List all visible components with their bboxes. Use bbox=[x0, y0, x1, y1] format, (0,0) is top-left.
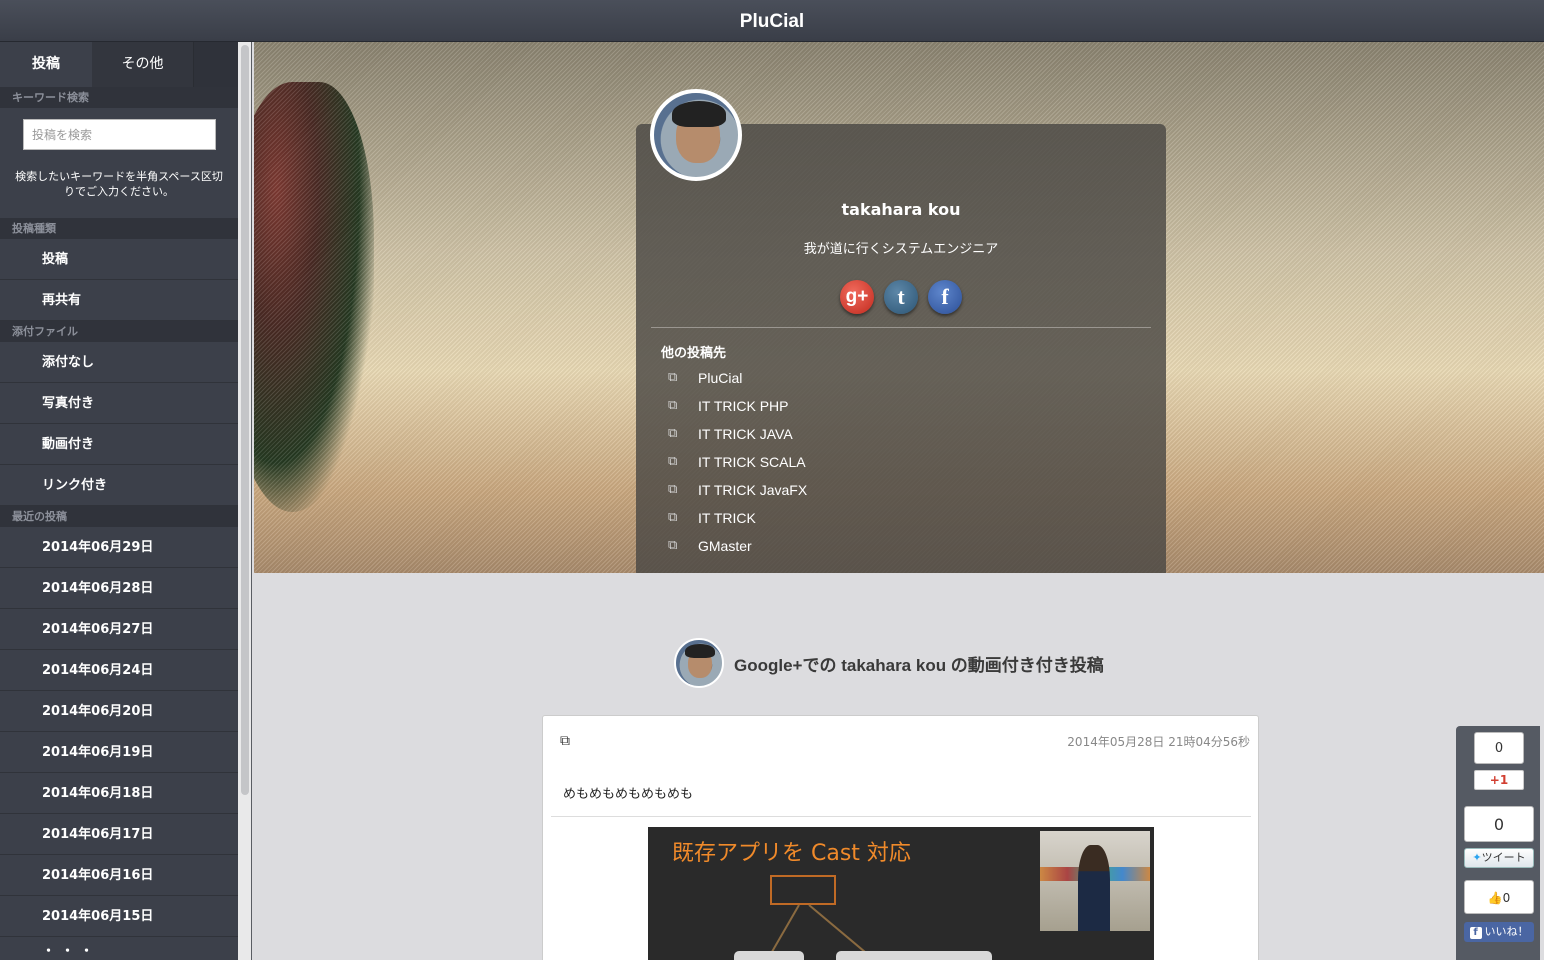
tab-other[interactable]: その他 bbox=[92, 42, 194, 87]
like-count-box: 👍0 bbox=[1464, 880, 1534, 914]
destination-link[interactable]: ⧉ IT TRICK JAVA bbox=[668, 420, 807, 448]
sidebar-item-date[interactable]: 2014年06月17日 bbox=[0, 814, 238, 855]
like-label: いいね！ bbox=[1484, 925, 1529, 938]
section-keyword-search: キーワード検索 bbox=[0, 87, 238, 108]
destination-link[interactable]: ⧉ GMaster bbox=[668, 532, 807, 560]
app-header: PluCial bbox=[0, 0, 1544, 42]
google-plus-icon[interactable]: g+ bbox=[840, 280, 874, 314]
other-destinations-title: 他の投稿先 bbox=[661, 346, 727, 361]
link-label[interactable]: IT TRICK SCALA bbox=[698, 454, 806, 470]
scrollbar-thumb[interactable] bbox=[241, 45, 249, 795]
tweet-label: ツイート bbox=[1481, 851, 1526, 864]
sidebar-item-date[interactable]: 2014年06月18日 bbox=[0, 773, 238, 814]
destination-link[interactable]: ⧉ IT TRICK JavaFX bbox=[668, 476, 807, 504]
external-link-icon: ⧉ bbox=[668, 454, 678, 469]
link-label[interactable]: PluCial bbox=[698, 370, 742, 386]
sidebar-item-with-link[interactable]: リンク付き bbox=[0, 465, 238, 506]
post-card: ⧉ 2014年05月28日 21時04分56秒 めもめもめもめもめも 既存アプリ… bbox=[542, 715, 1259, 960]
hero-background-image bbox=[254, 82, 374, 512]
external-link-icon: ⧉ bbox=[668, 482, 678, 497]
like-count: 0 bbox=[1502, 891, 1511, 905]
profile-name: takahara kou bbox=[841, 200, 961, 219]
sidebar-item-date[interactable]: 2014年06月15日 bbox=[0, 896, 238, 937]
post-body: めもめもめもめもめも bbox=[563, 787, 694, 802]
cast-icon bbox=[770, 875, 836, 905]
thumbs-up-icon: 👍 bbox=[1487, 891, 1503, 905]
divider bbox=[651, 327, 1151, 328]
sidebar-item-date[interactable]: 2014年06月28日 bbox=[0, 568, 238, 609]
profile-hero: takahara kou 我が道に行くシステムエンジニア g+ t f 他の投稿… bbox=[254, 42, 1544, 573]
gplus-button[interactable]: +1 bbox=[1474, 770, 1524, 790]
share-widget: 0 +1 0 ✦ツイート 👍0 f いいね！ bbox=[1456, 726, 1540, 960]
search-help-text: 検索したいキーワードを半角スペース区切りでご入力ください。 bbox=[15, 170, 223, 198]
link-label[interactable]: IT TRICK JAVA bbox=[698, 426, 793, 442]
divider bbox=[551, 816, 1251, 817]
sidebar-item-more[interactable]: ・・・ bbox=[0, 937, 238, 960]
sidebar-item-date[interactable]: 2014年06月20日 bbox=[0, 691, 238, 732]
avatar[interactable] bbox=[650, 89, 742, 181]
facebook-icon[interactable]: f bbox=[928, 280, 962, 314]
profile-card: takahara kou 我が道に行くシステムエンジニア g+ t f 他の投稿… bbox=[636, 89, 1166, 573]
video-thumbnail[interactable]: 既存アプリを Cast 対応 bbox=[648, 827, 1154, 960]
facebook-like-button[interactable]: f いいね！ bbox=[1464, 922, 1534, 942]
tweet-count: 0 bbox=[1464, 806, 1534, 842]
sidebar-item-with-photo[interactable]: 写真付き bbox=[0, 383, 238, 424]
video-presenter-inset bbox=[1040, 831, 1150, 931]
destination-link[interactable]: ⧉ IT TRICK PHP bbox=[668, 392, 807, 420]
external-link-icon: ⧉ bbox=[668, 538, 678, 553]
video-title: 既存アプリを Cast 対応 bbox=[672, 841, 911, 866]
post-header: Google+での takahara kou の動画付き付き投稿 bbox=[674, 638, 1104, 688]
external-link-icon: ⧉ bbox=[668, 426, 678, 441]
sidebar-item-date[interactable]: 2014年06月19日 bbox=[0, 732, 238, 773]
section-attachments: 添付ファイル bbox=[0, 321, 238, 342]
destination-link[interactable]: ⧉ IT TRICK bbox=[668, 504, 807, 532]
sidebar: 投稿 その他 キーワード検索 検索したいキーワードを半角スペース区切りでご入力く… bbox=[0, 42, 238, 960]
gplus-count: 0 bbox=[1474, 732, 1524, 764]
external-link-icon: ⧉ bbox=[668, 510, 678, 525]
twitter-bird-icon: ✦ bbox=[1472, 851, 1482, 864]
app-title: PluCial bbox=[739, 11, 805, 32]
destination-links: ⧉ PluCial ⧉ IT TRICK PHP ⧉ IT TRICK JAVA ⧉ I… bbox=[668, 364, 807, 560]
search-input[interactable] bbox=[23, 119, 216, 150]
external-link-icon: ⧉ bbox=[668, 398, 678, 413]
sidebar-scrollbar[interactable] bbox=[238, 42, 252, 960]
sidebar-item-date[interactable]: 2014年06月24日 bbox=[0, 650, 238, 691]
destination-link[interactable]: ⧉ PluCial bbox=[668, 364, 807, 392]
external-link-icon: ⧉ bbox=[668, 370, 678, 385]
link-label[interactable]: GMaster bbox=[698, 538, 752, 554]
post-heading: Google+での takahara kou の動画付き付き投稿 bbox=[734, 655, 1104, 675]
sidebar-item-no-attachment[interactable]: 添付なし bbox=[0, 342, 238, 383]
sidebar-item-date[interactable]: 2014年06月16日 bbox=[0, 855, 238, 896]
link-label[interactable]: IT TRICK JavaFX bbox=[698, 482, 807, 498]
facebook-icon: f bbox=[1469, 927, 1482, 939]
sidebar-item-with-video[interactable]: 動画付き bbox=[0, 424, 238, 465]
destination-link[interactable]: ⧉ IT TRICK SCALA bbox=[668, 448, 807, 476]
section-post-type: 投稿種類 bbox=[0, 218, 238, 239]
social-links: g+ t f bbox=[840, 280, 962, 314]
sidebar-item-posts[interactable]: 投稿 bbox=[0, 239, 238, 280]
section-recent-posts: 最近の投稿 bbox=[0, 506, 238, 527]
link-label[interactable]: IT TRICK PHP bbox=[698, 398, 789, 414]
post-date: 2014年05月28日 21時04分56秒 bbox=[1067, 735, 1250, 749]
external-link-icon[interactable]: ⧉ bbox=[560, 733, 570, 749]
sidebar-item-date[interactable]: 2014年06月29日 bbox=[0, 527, 238, 568]
tumblr-icon[interactable]: t bbox=[884, 280, 918, 314]
sidebar-item-reshares[interactable]: 再共有 bbox=[0, 280, 238, 321]
tab-posts[interactable]: 投稿 bbox=[0, 42, 92, 87]
link-label[interactable]: IT TRICK bbox=[698, 510, 756, 526]
gplus-label: +1 bbox=[1489, 773, 1509, 787]
sidebar-tabs: 投稿 その他 bbox=[0, 42, 238, 87]
search-container bbox=[0, 108, 238, 164]
profile-tagline: 我が道に行くシステムエンジニア bbox=[803, 242, 999, 257]
post-avatar[interactable] bbox=[674, 638, 724, 688]
tweet-button[interactable]: ✦ツイート bbox=[1464, 848, 1534, 868]
sidebar-item-date[interactable]: 2014年06月27日 bbox=[0, 609, 238, 650]
